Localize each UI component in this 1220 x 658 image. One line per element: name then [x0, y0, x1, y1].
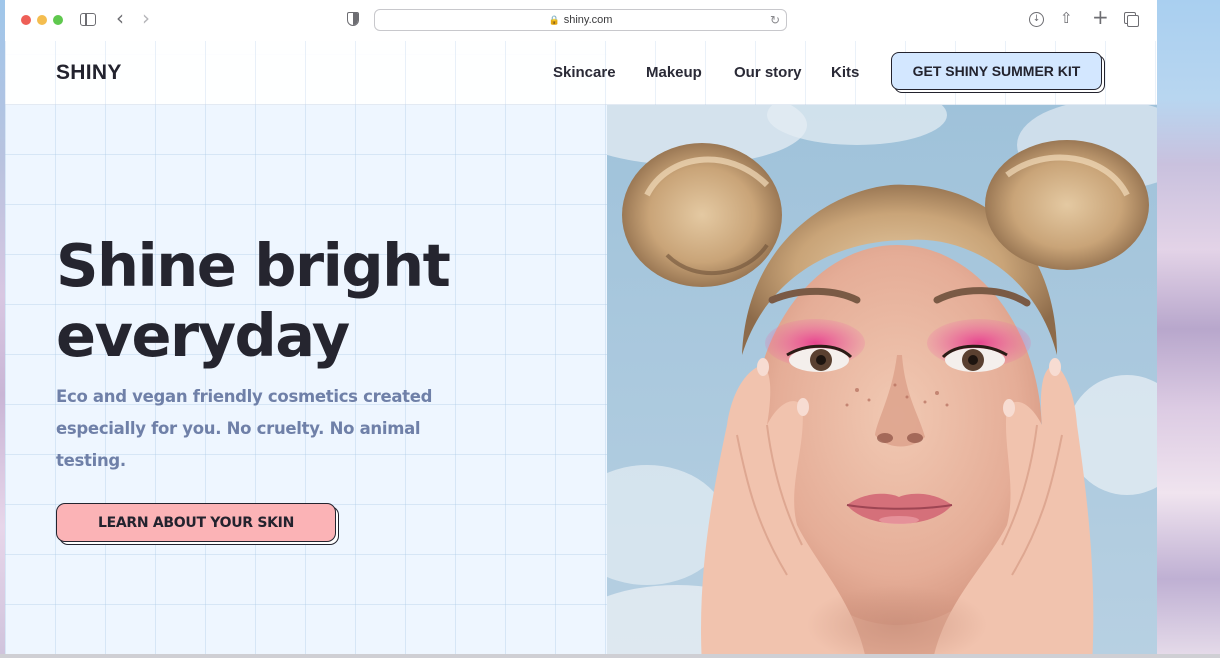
browser-window: ‹ › 🔒 shiny.com ↻ ↓ ⇧ + SHINY Skincare M… [5, 0, 1157, 654]
hero-subtitle: Eco and vegan friendly cosmetics created… [56, 387, 433, 470]
forward-arrow-icon[interactable]: › [142, 8, 150, 28]
hero-title-line-2: everyday [56, 301, 350, 370]
site-header: SHINY Skincare Makeup Our story Kits GET… [5, 41, 1157, 105]
back-arrow-icon[interactable]: ‹ [116, 8, 124, 28]
dock-edge [0, 654, 1220, 658]
summer-kit-cta: GET SHINY SUMMER KIT [891, 52, 1106, 94]
learn-about-skin-button[interactable]: LEARN ABOUT YOUR SKIN [56, 503, 336, 542]
desktop-wallpaper [1157, 0, 1220, 658]
share-icon[interactable]: ⇧ [1060, 9, 1073, 27]
hero-title: Shine bright everyday [56, 231, 451, 371]
site-logo[interactable]: SHINY [56, 61, 122, 85]
web-page: SHINY Skincare Makeup Our story Kits GET… [5, 41, 1157, 654]
minimize-window-button[interactable] [37, 15, 47, 25]
get-summer-kit-button[interactable]: GET SHINY SUMMER KIT [891, 52, 1102, 90]
hero-photo [607, 105, 1157, 654]
hero-title-line-1: Shine bright [56, 231, 451, 300]
download-icon[interactable]: ↓ [1029, 12, 1044, 27]
url-label: shiny.com [563, 14, 613, 26]
nav-link-kits[interactable]: Kits [831, 64, 859, 81]
reload-icon[interactable]: ↻ [770, 11, 780, 29]
address-bar-text: 🔒 shiny.com [375, 10, 786, 30]
close-window-button[interactable] [21, 15, 31, 25]
browser-toolbar: ‹ › 🔒 shiny.com ↻ ↓ ⇧ + [5, 0, 1157, 41]
nav-link-skincare[interactable]: Skincare [553, 64, 616, 81]
zoom-window-button[interactable] [53, 15, 63, 25]
privacy-shield-icon[interactable] [347, 12, 359, 26]
nav-link-our-story[interactable]: Our story [734, 64, 802, 81]
nav-link-makeup[interactable]: Makeup [646, 64, 702, 81]
tab-overview-icon[interactable] [1124, 12, 1139, 27]
learn-cta: LEARN ABOUT YOUR SKIN [56, 503, 341, 547]
address-bar[interactable]: 🔒 shiny.com ↻ [374, 9, 787, 31]
sidebar-toggle-icon[interactable] [80, 13, 96, 26]
new-tab-icon[interactable]: + [1092, 7, 1109, 27]
lock-icon: 🔒 [548, 15, 560, 25]
